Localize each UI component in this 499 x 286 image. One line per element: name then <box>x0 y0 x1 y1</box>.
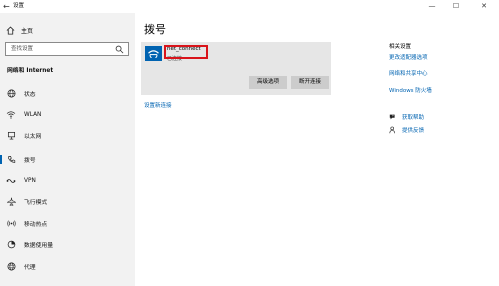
search-placeholder: 查找设置 <box>11 46 34 52</box>
sidebar-item-label: VPN <box>24 177 36 184</box>
sidebar-item-ethernet[interactable]: 以太网 <box>0 129 135 142</box>
back-arrow-icon[interactable]: ← <box>3 0 10 13</box>
windows-firewall-link[interactable]: Windows 防火墙 <box>389 86 432 94</box>
get-help-label: 获取帮助 <box>402 115 425 121</box>
sidebar-item-wlan[interactable]: WLAN <box>0 108 135 121</box>
window-title: 设置 <box>13 3 25 9</box>
sidebar-item-label: 状态 <box>24 92 36 98</box>
sidebar-item-dialup[interactable]: 拨号 <box>0 153 135 166</box>
phone-icon <box>6 155 16 165</box>
sidebar-item-airplane[interactable]: 飞行模式 <box>0 195 135 208</box>
search-icon[interactable] <box>115 45 124 54</box>
hotspot-icon <box>6 219 16 229</box>
sidebar-item-hotspot[interactable]: 移动热点 <box>0 217 135 230</box>
sidebar-item-label: 以太网 <box>24 134 42 140</box>
sidebar-item-vpn[interactable]: VPN <box>0 174 135 187</box>
sidebar-item-data-usage[interactable]: 数据使用量 <box>0 238 135 251</box>
setup-new-connection-link[interactable]: 设置新连接 <box>144 101 172 109</box>
sidebar-item-label: 数据使用量 <box>24 243 53 249</box>
maximize-button[interactable]: ☐ <box>444 0 468 13</box>
airplane-icon <box>6 197 16 207</box>
sidebar-item-status[interactable]: 状态 <box>0 87 135 100</box>
home-link[interactable]: 主页 <box>6 24 33 36</box>
vpn-icon <box>6 176 16 186</box>
sidebar-item-proxy[interactable]: 代理 <box>0 260 135 273</box>
title-bar: ← 设置 — ☐ ✕ <box>0 0 499 13</box>
sidebar-item-label: 拨号 <box>24 158 36 164</box>
dialup-connection-icon <box>145 46 162 61</box>
help-icon <box>389 113 397 121</box>
sidebar-item-label: 飞行模式 <box>24 200 48 206</box>
give-feedback-label: 提供反馈 <box>402 128 425 134</box>
sidebar: 主页 查找设置 网络和 Internet 状态 WLAN 以太网 拨号 VPN … <box>0 13 135 286</box>
highlight-box <box>164 45 208 59</box>
network-sharing-center-link[interactable]: 网络和共享中心 <box>389 69 428 77</box>
sidebar-item-label: WLAN <box>24 111 42 118</box>
globe-icon <box>6 89 16 99</box>
disconnect-button[interactable]: 断开连接 <box>291 76 329 89</box>
minimize-button[interactable]: — <box>420 0 444 13</box>
search-input[interactable]: 查找设置 <box>5 42 129 56</box>
page-title: 拨号 <box>144 23 166 36</box>
proxy-icon <box>6 262 16 272</box>
sidebar-item-label: 代理 <box>24 265 36 271</box>
feedback-icon <box>389 126 397 134</box>
get-help-link[interactable]: 获取帮助 <box>389 113 424 121</box>
sidebar-item-label: 移动热点 <box>24 222 48 228</box>
section-title: 网络和 Internet <box>7 68 54 74</box>
advanced-options-button[interactable]: 高级选项 <box>249 76 287 89</box>
change-adapter-options-link[interactable]: 更改适配器选项 <box>389 53 428 61</box>
related-settings-title: 相关设置 <box>389 44 412 50</box>
home-label: 主页 <box>21 27 34 35</box>
ethernet-icon <box>6 131 16 141</box>
close-button[interactable]: ✕ <box>469 0 499 13</box>
give-feedback-link[interactable]: 提供反馈 <box>389 126 424 134</box>
wifi-icon <box>6 110 16 120</box>
data-usage-icon <box>6 240 16 250</box>
home-icon <box>6 26 15 35</box>
